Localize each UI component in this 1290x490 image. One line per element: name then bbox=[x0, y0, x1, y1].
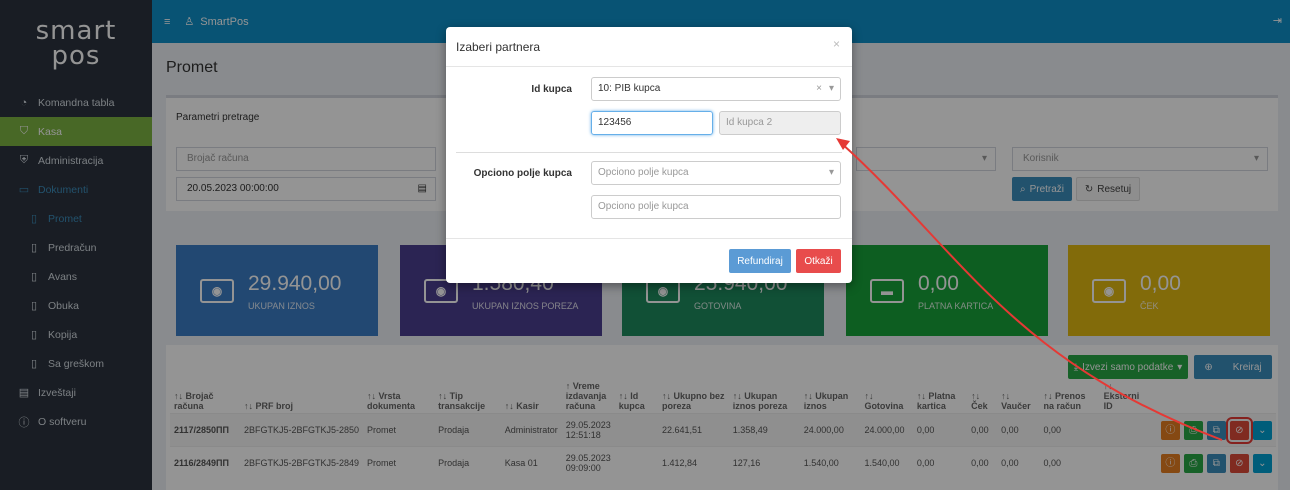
annotation-arrow-line bbox=[839, 141, 1223, 441]
annotation-arrow bbox=[836, 138, 1223, 441]
